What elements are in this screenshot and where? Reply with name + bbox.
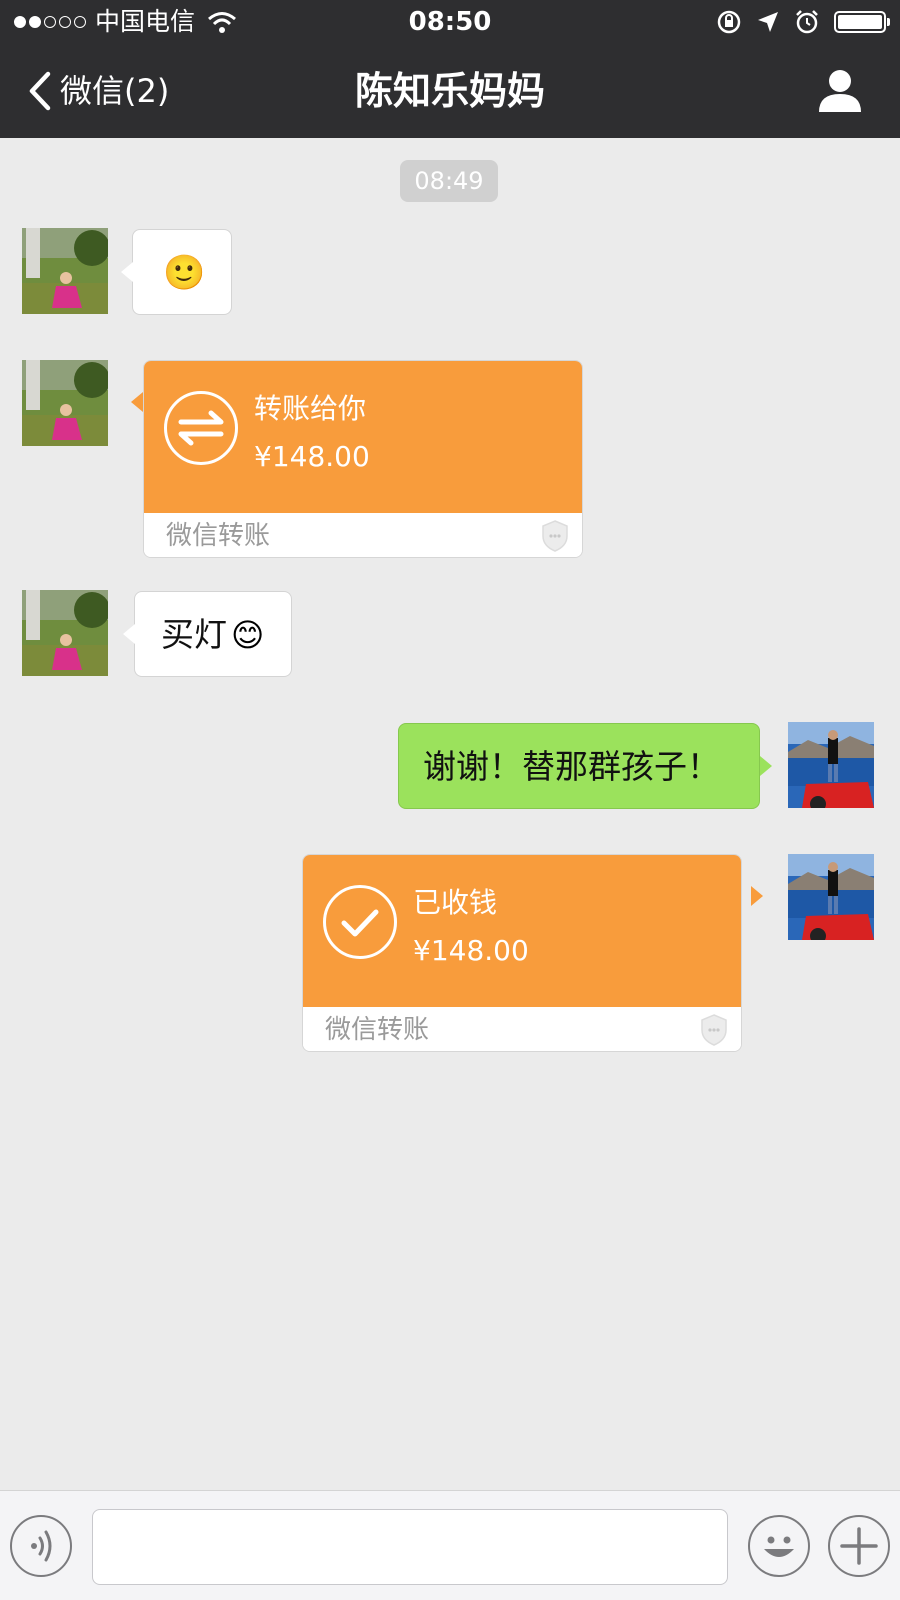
emoji-icon — [764, 1536, 794, 1557]
transfer-card-outgoing[interactable]: 已收钱 ¥148.00 微信转账 — [302, 854, 742, 1052]
transfer-arrows-icon — [164, 391, 238, 465]
shield-icon — [542, 520, 568, 552]
location-arrow-icon — [758, 12, 778, 32]
smiley-emoji: 🙂 — [163, 253, 206, 293]
contact-avatar[interactable] — [22, 360, 108, 446]
more-button[interactable] — [828, 1515, 890, 1577]
input-bar — [0, 1490, 900, 1600]
transfer-card-incoming[interactable]: 转账给你 ¥148.00 微信转账 — [143, 360, 583, 558]
my-avatar[interactable] — [788, 854, 874, 940]
chat-area[interactable]: 08:49 🙂 转账给你 ¥148.00 微信转账 买灯 😊 谢谢！替那群孩子！… — [0, 138, 900, 1490]
voice-button[interactable] — [10, 1515, 72, 1577]
transfer-footer-label: 微信转账 — [325, 1015, 430, 1045]
transfer-title: 转账给你 — [254, 392, 367, 425]
transfer-title: 已收钱 — [413, 886, 498, 919]
status-indicators — [716, 7, 890, 37]
emoji-button[interactable] — [748, 1515, 810, 1577]
transfer-card-footer: 微信转账 — [144, 513, 582, 557]
transfer-footer-label: 微信转账 — [166, 521, 271, 551]
message-input[interactable] — [92, 1509, 728, 1585]
voice-icon — [31, 1530, 52, 1562]
timestamp-label: 08:49 — [400, 160, 498, 202]
chat-title: 陈知乐妈妈 — [354, 69, 545, 113]
transfer-card-body: 已收钱 ¥148.00 — [303, 855, 741, 1007]
person-icon[interactable] — [816, 68, 864, 114]
nav-bar: 微信(2) 陈知乐妈妈 — [0, 44, 900, 138]
battery-icon — [834, 11, 890, 33]
shield-icon — [701, 1014, 727, 1046]
message-text: 谢谢！替那群孩子！ — [423, 747, 720, 786]
rotation-lock-icon — [717, 10, 741, 34]
plus-icon — [840, 1527, 878, 1565]
bubble-tail — [123, 624, 135, 644]
smile-emoji: 😊 — [231, 616, 265, 654]
contact-avatar[interactable] — [22, 228, 108, 314]
bubble-tail — [131, 392, 143, 412]
transfer-card-body: 转账给你 ¥148.00 — [144, 361, 582, 513]
message-bubble-text-outgoing[interactable]: 谢谢！替那群孩子！ — [398, 723, 760, 809]
transfer-card-footer: 微信转账 — [303, 1007, 741, 1051]
message-text: 买灯 — [161, 615, 227, 654]
my-avatar[interactable] — [788, 722, 874, 808]
bubble-tail — [751, 886, 763, 906]
contact-avatar[interactable] — [22, 590, 108, 676]
bubble-tail — [760, 756, 772, 776]
bubble-tail — [121, 262, 133, 282]
alarm-icon — [796, 10, 818, 34]
transfer-amount: ¥148.00 — [254, 440, 370, 473]
status-bar: 中国电信 08:50 — [0, 0, 900, 44]
check-icon — [323, 885, 397, 959]
battery-fill — [838, 15, 882, 29]
message-bubble-emoji[interactable]: 🙂 — [132, 229, 232, 315]
message-bubble-text[interactable]: 买灯 😊 — [134, 591, 292, 677]
transfer-amount: ¥148.00 — [413, 934, 529, 967]
